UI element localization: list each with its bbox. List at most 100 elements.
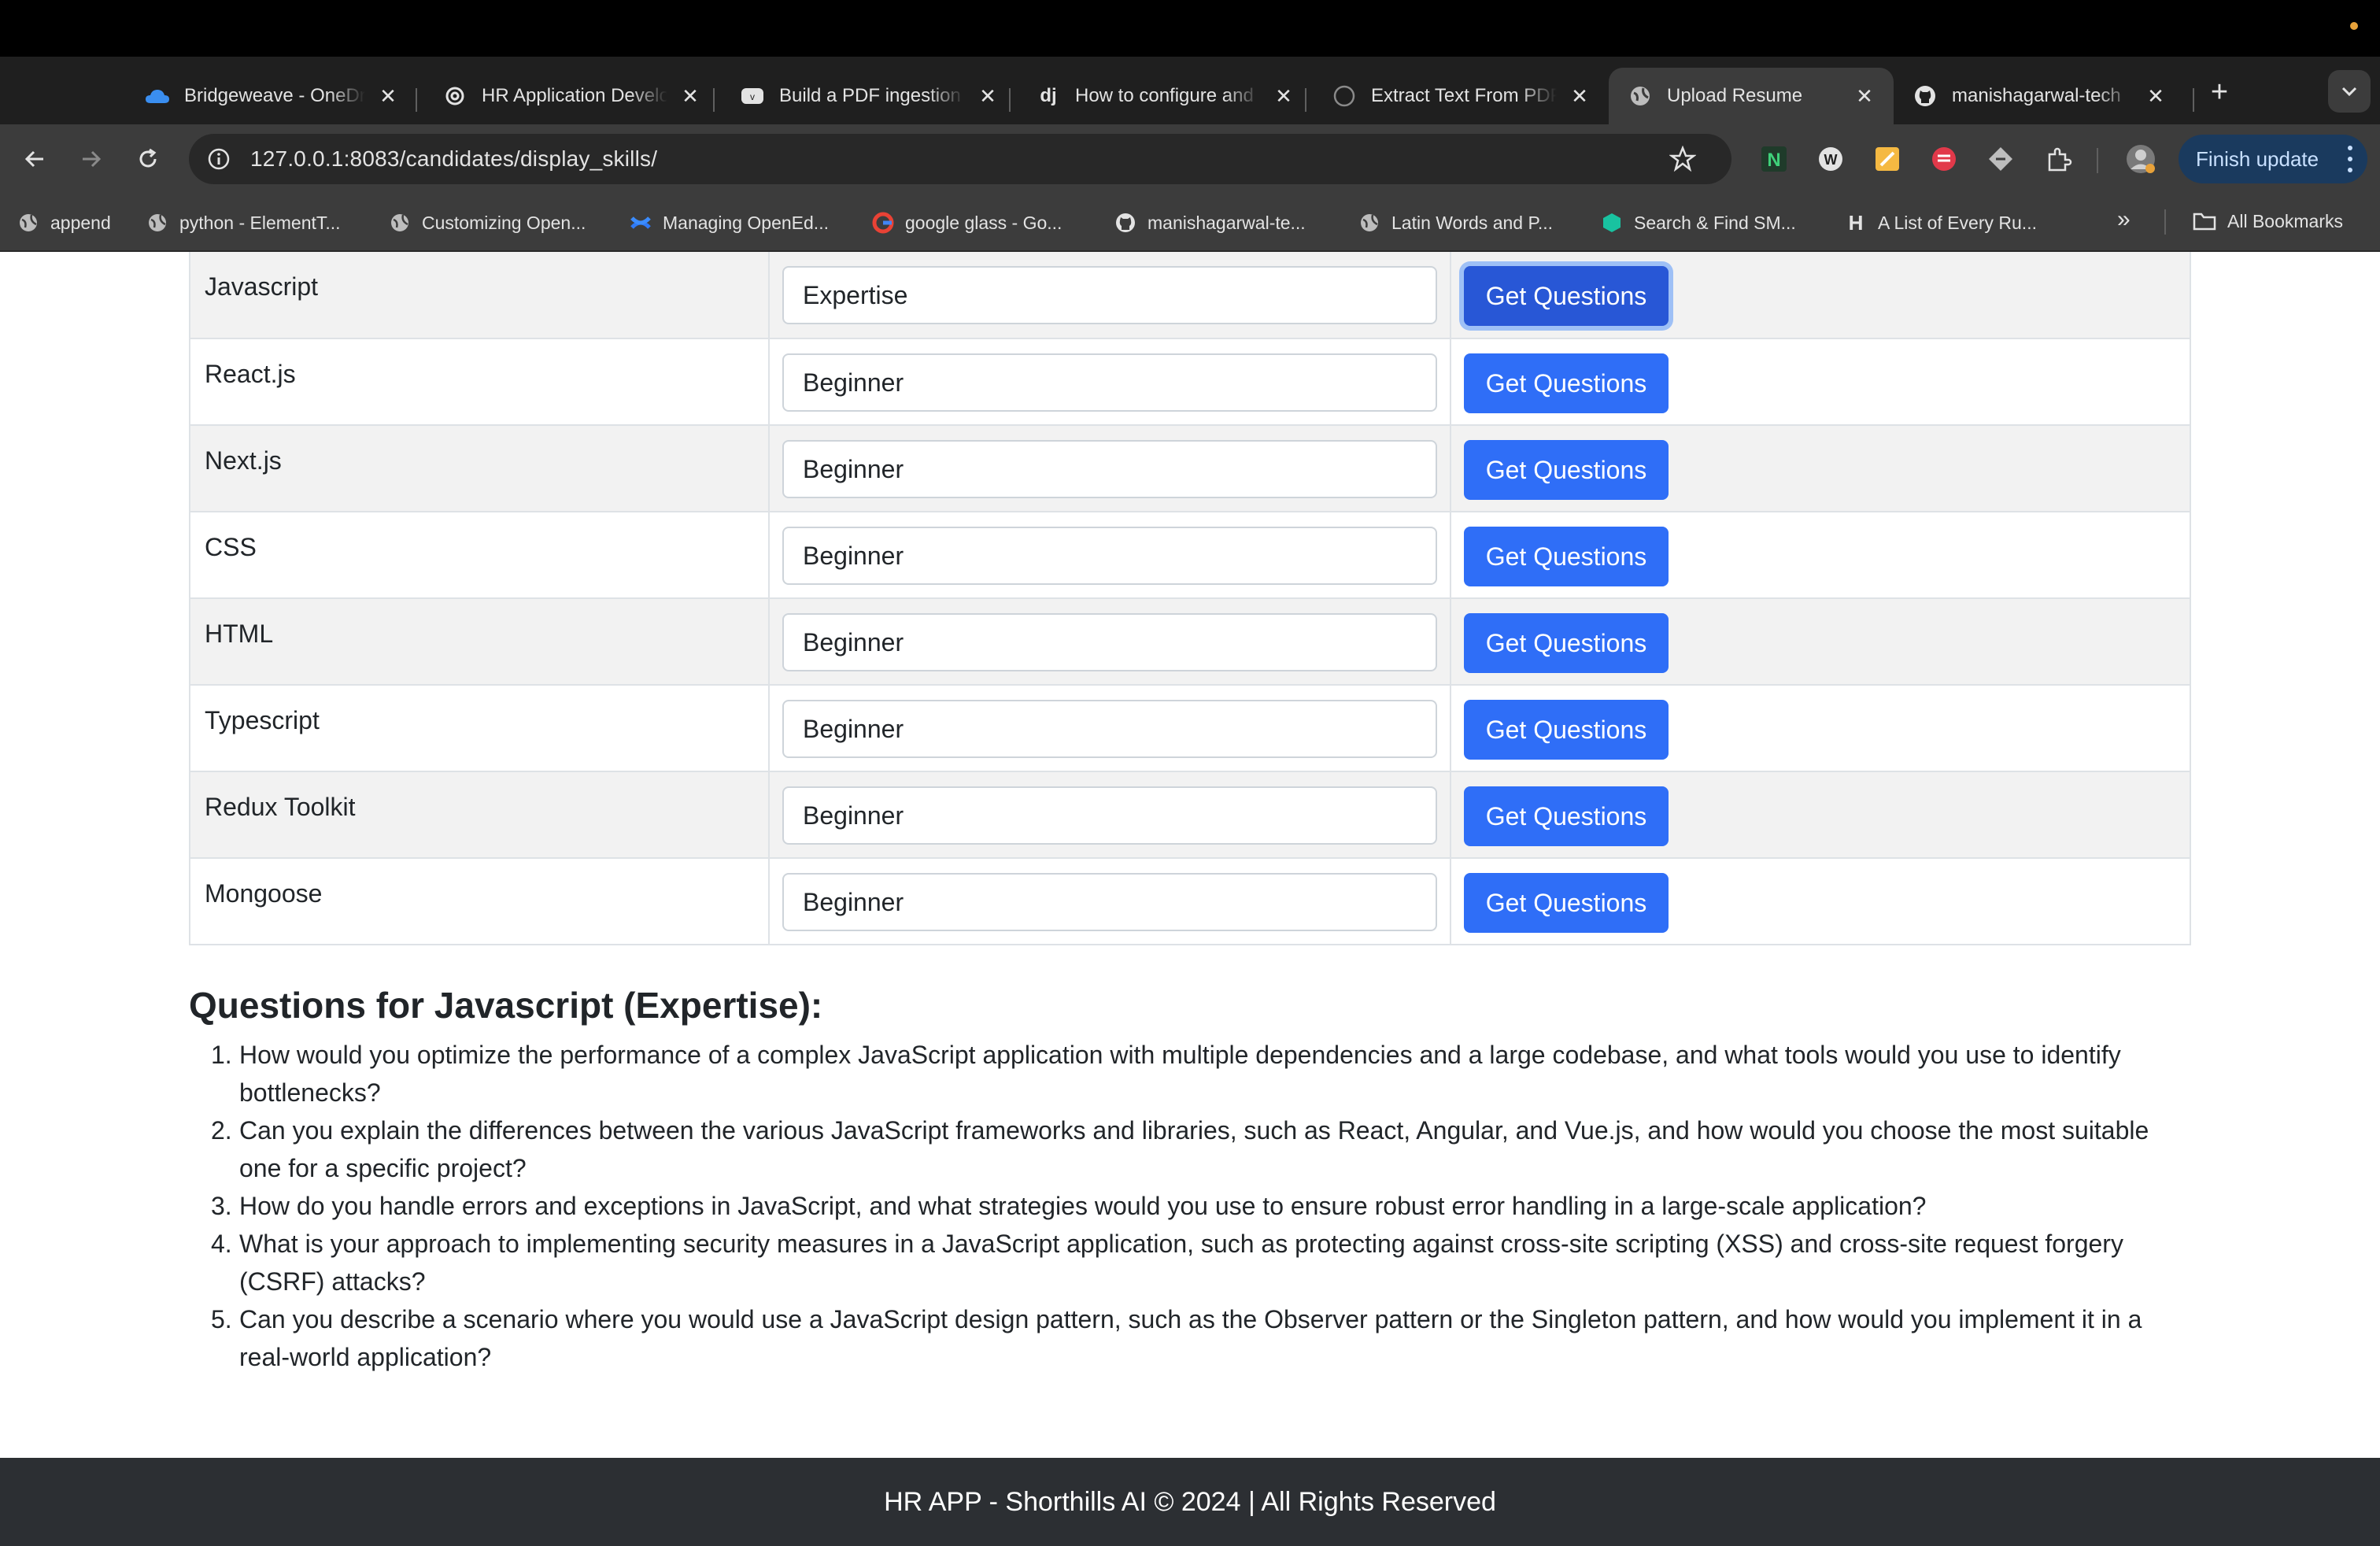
skill-level-input[interactable]: Beginner [782, 873, 1437, 931]
skill-level-input[interactable]: Beginner [782, 613, 1437, 671]
get-questions-button[interactable]: Get Questions [1464, 786, 1669, 846]
extension-diamond-icon[interactable] [1985, 143, 2016, 175]
question-text: How would you optimize the performance o… [239, 1041, 2121, 1107]
tab-configure[interactable]: dj How to configure and ✕ [1017, 68, 1313, 124]
finish-update-button[interactable]: Finish update [2179, 135, 2367, 183]
profile-avatar[interactable] [2125, 143, 2156, 175]
confluence-icon [630, 212, 652, 234]
url-text[interactable]: 127.0.0.1:8083/candidates/display_skills… [250, 146, 657, 172]
skill-name: Redux Toolkit [189, 771, 770, 859]
table-row: Typescript Beginner Get Questions [189, 684, 2191, 772]
all-bookmarks-button[interactable]: All Bookmarks [2193, 206, 2343, 236]
h-icon: H [1848, 210, 1864, 235]
get-questions-button[interactable]: Get Questions [1464, 440, 1669, 500]
questions-list: 1. How would you optimize the performance… [189, 1036, 2191, 1376]
back-button[interactable] [16, 140, 54, 178]
bookmark-list-of-every[interactable]: H A List of Every Ru... [1845, 208, 2037, 238]
onedrive-icon [145, 83, 170, 109]
skill-name: Mongoose [189, 857, 770, 945]
new-tab-button[interactable]: + [2202, 75, 2237, 109]
bookmark-latin-words[interactable]: Latin Words and P... [1358, 208, 1553, 238]
skill-name: HTML [189, 597, 770, 686]
reload-button[interactable] [129, 140, 167, 178]
skill-level-input[interactable]: Beginner [782, 700, 1437, 758]
tab-divider [416, 88, 417, 112]
tab-github[interactable]: manishagarwal-tech ✕ [1894, 68, 2185, 124]
bookmark-python-elementtree[interactable]: python - ElementT... [146, 208, 341, 238]
page-viewport: Javascript Expertise Get Questions React… [0, 252, 2380, 1546]
tab-extract-text[interactable]: Extract Text From PDF ✕ [1313, 68, 1609, 124]
forward-button[interactable] [72, 140, 110, 178]
generic-site-icon [1332, 83, 1357, 109]
skill-level-input[interactable]: Beginner [782, 440, 1437, 498]
bookmark-customizing-open[interactable]: Customizing Open... [389, 208, 586, 238]
bookmark-managing-opened[interactable]: Managing OpenEd... [630, 208, 829, 238]
close-icon[interactable]: ✕ [376, 84, 400, 108]
svg-text:N: N [1767, 150, 1780, 171]
skill-name: Typescript [189, 684, 770, 772]
bookmark-star-icon[interactable] [1665, 142, 1700, 176]
address-bar[interactable]: 127.0.0.1:8083/candidates/display_skills… [189, 134, 1731, 184]
extensions-puzzle-icon[interactable] [2043, 143, 2075, 175]
close-icon[interactable]: ✕ [1568, 84, 1591, 108]
skill-level-input[interactable]: Expertise [782, 266, 1437, 324]
table-row: CSS Beginner Get Questions [189, 511, 2191, 599]
tab-divider [2193, 88, 2194, 112]
django-icon: dj [1040, 85, 1057, 106]
table-row: Mongoose Beginner Get Questions [189, 857, 2191, 945]
bookmark-manishagarwal[interactable]: manishagarwal-te... [1114, 208, 1306, 238]
tab-onedrive[interactable]: Bridgeweave - OneDrive ✕ [126, 68, 417, 124]
tab-divider [1305, 88, 1306, 112]
get-questions-button[interactable]: Get Questions [1464, 353, 1669, 413]
reload-icon [139, 148, 157, 168]
arrow-left-icon [24, 150, 43, 168]
tab-search-button[interactable] [2328, 70, 2371, 113]
extension-red-icon[interactable] [1928, 143, 1960, 175]
skill-level-input[interactable]: Beginner [782, 353, 1437, 412]
list-item: 3. How do you handle errors and exception… [211, 1192, 1927, 1220]
get-questions-button[interactable]: Get Questions [1464, 613, 1669, 673]
skill-name: Javascript [189, 252, 770, 339]
close-icon[interactable]: ✕ [1853, 84, 1876, 108]
bookmark-append[interactable]: append [17, 208, 111, 238]
site-info-icon[interactable] [201, 142, 236, 176]
extension-n-icon[interactable]: N [1758, 143, 1790, 175]
tab-upload-resume[interactable]: Upload Resume ✕ [1609, 68, 1894, 124]
get-questions-button[interactable]: Get Questions [1464, 700, 1669, 760]
tab-hr-application[interactable]: HR Application Development ✕ [423, 68, 719, 124]
skill-name: React.js [189, 338, 770, 426]
github-icon [1114, 212, 1136, 234]
close-icon[interactable]: ✕ [976, 84, 1000, 108]
globe-icon [389, 212, 411, 234]
get-questions-button[interactable]: Get Questions [1464, 527, 1669, 586]
openai-icon [442, 83, 468, 109]
svg-text:v: v [750, 91, 755, 102]
system-top-bar [0, 0, 2380, 57]
hexagon-icon [1601, 212, 1623, 234]
close-icon[interactable]: ✕ [1272, 84, 1295, 108]
get-questions-button[interactable]: Get Questions [1464, 873, 1669, 933]
globe-icon [1358, 212, 1380, 234]
bookmarks-divider [2164, 209, 2166, 235]
question-text: How do you handle errors and exceptions … [239, 1192, 1927, 1220]
list-item: 5. Can you describe a scenario where you … [211, 1305, 2142, 1371]
chevron-down-icon [2341, 87, 2357, 97]
close-icon[interactable]: ✕ [678, 84, 702, 108]
tab-pdf-ingestion[interactable]: v Build a PDF ingestion ✕ [721, 68, 1017, 124]
extension-notes-icon[interactable] [1872, 143, 1903, 175]
skill-level-input[interactable]: Beginner [782, 786, 1437, 845]
close-icon[interactable]: ✕ [2144, 84, 2168, 108]
extension-w-icon[interactable]: W [1815, 143, 1846, 175]
globe-icon [17, 212, 39, 234]
globe-icon [1628, 83, 1653, 109]
bookmark-search-find[interactable]: Search & Find SM... [1601, 208, 1796, 238]
skill-level-input[interactable]: Beginner [782, 527, 1437, 585]
bookmark-google-glass[interactable]: google glass - Go... [872, 208, 1062, 238]
arrow-right-icon [83, 150, 102, 168]
more-bookmarks-chevron[interactable]: » [2117, 206, 2131, 233]
more-menu-icon[interactable] [2347, 146, 2353, 172]
vimeo-icon: v [740, 83, 765, 109]
tab-divider [1009, 88, 1011, 112]
svg-text:W: W [1824, 152, 1838, 168]
get-questions-button[interactable]: Get Questions [1464, 266, 1669, 326]
